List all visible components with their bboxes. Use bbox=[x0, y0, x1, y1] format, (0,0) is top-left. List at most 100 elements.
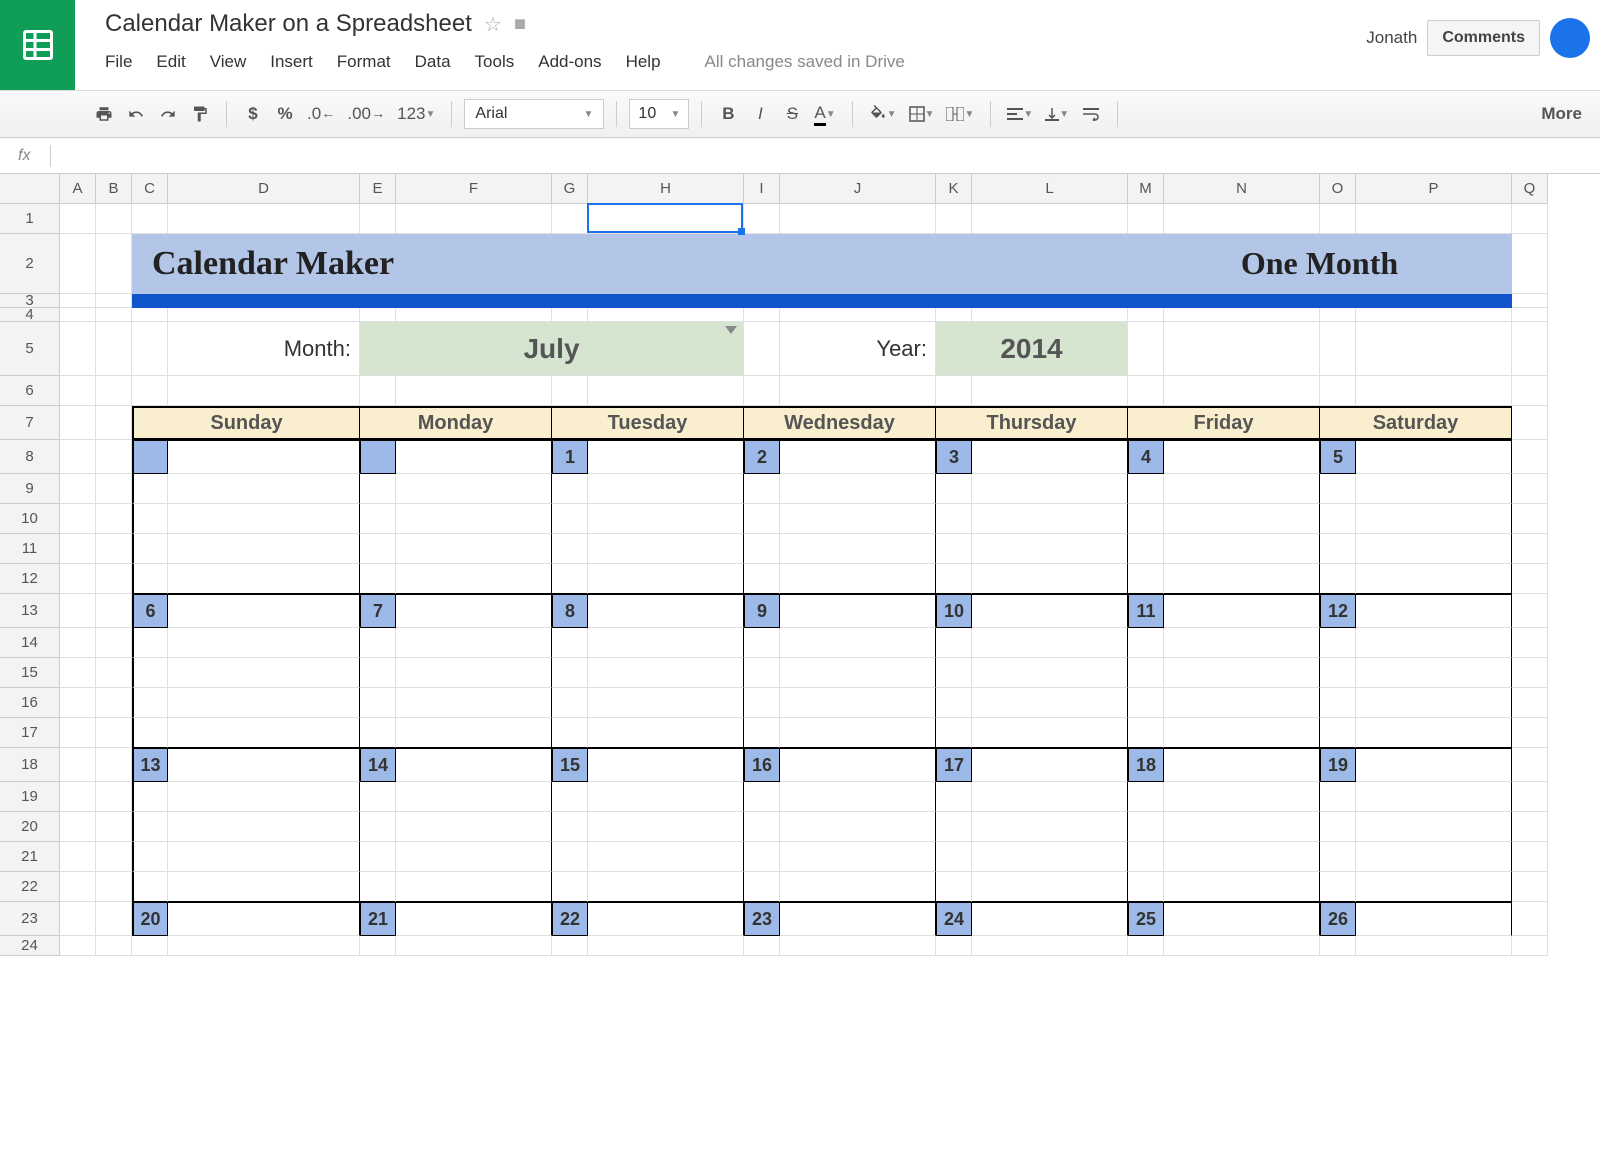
select-all-corner[interactable] bbox=[0, 174, 60, 204]
cell-F15[interactable] bbox=[396, 658, 552, 688]
cell-Q11[interactable] bbox=[1512, 534, 1548, 564]
cell-I10[interactable] bbox=[744, 504, 780, 534]
menu-addons[interactable]: Add-ons bbox=[538, 52, 601, 72]
cell-Q8[interactable] bbox=[1512, 440, 1548, 474]
cell-Q5[interactable] bbox=[1512, 322, 1548, 376]
cell-H3[interactable] bbox=[588, 294, 744, 308]
cell-F19[interactable] bbox=[396, 782, 552, 812]
date-26[interactable]: 26 bbox=[1320, 902, 1356, 936]
cell-B18[interactable] bbox=[96, 748, 132, 782]
print-icon[interactable] bbox=[90, 99, 118, 129]
date-19[interactable]: 19 bbox=[1320, 748, 1356, 782]
year-label[interactable]: Year: bbox=[780, 322, 936, 376]
col-header-O[interactable]: O bbox=[1320, 174, 1356, 204]
font-size-select[interactable]: 10▼ bbox=[629, 99, 689, 129]
cell-J23[interactable] bbox=[780, 902, 936, 936]
cell-I6[interactable] bbox=[744, 376, 780, 406]
cell-N22[interactable] bbox=[1164, 872, 1320, 902]
cell-J18[interactable] bbox=[780, 748, 936, 782]
cell-N20[interactable] bbox=[1164, 812, 1320, 842]
cell-N3[interactable] bbox=[1164, 294, 1320, 308]
date-16[interactable]: 16 bbox=[744, 748, 780, 782]
date-24[interactable]: 24 bbox=[936, 902, 972, 936]
cell-P15[interactable] bbox=[1356, 658, 1512, 688]
cell-F1[interactable] bbox=[396, 204, 552, 234]
cell-G4[interactable] bbox=[552, 308, 588, 322]
cell-L21[interactable] bbox=[972, 842, 1128, 872]
cell-P8[interactable] bbox=[1356, 440, 1512, 474]
cell-M16[interactable] bbox=[1128, 688, 1164, 718]
cell-J22[interactable] bbox=[780, 872, 936, 902]
col-header-M[interactable]: M bbox=[1128, 174, 1164, 204]
day-header-1[interactable]: Monday bbox=[360, 406, 552, 440]
cell-N18[interactable] bbox=[1164, 748, 1320, 782]
cell-K11[interactable] bbox=[936, 534, 972, 564]
cell-F18[interactable] bbox=[396, 748, 552, 782]
cell-H20[interactable] bbox=[588, 812, 744, 842]
cell-J12[interactable] bbox=[780, 564, 936, 594]
cell-Q19[interactable] bbox=[1512, 782, 1548, 812]
row-header-1[interactable]: 1 bbox=[0, 204, 60, 234]
cell-M24[interactable] bbox=[1128, 936, 1164, 956]
cell-K12[interactable] bbox=[936, 564, 972, 594]
cell-I17[interactable] bbox=[744, 718, 780, 748]
cell-P17[interactable] bbox=[1356, 718, 1512, 748]
cell-E11[interactable] bbox=[360, 534, 396, 564]
cell-Q1[interactable] bbox=[1512, 204, 1548, 234]
cell-J10[interactable] bbox=[780, 504, 936, 534]
cell-L13[interactable] bbox=[972, 594, 1128, 628]
cell-O6[interactable] bbox=[1320, 376, 1356, 406]
cell-F13[interactable] bbox=[396, 594, 552, 628]
col-header-D[interactable]: D bbox=[168, 174, 360, 204]
cell-K20[interactable] bbox=[936, 812, 972, 842]
cell-N8[interactable] bbox=[1164, 440, 1320, 474]
cell-G1[interactable] bbox=[552, 204, 588, 234]
cell-G16[interactable] bbox=[552, 688, 588, 718]
cell-B23[interactable] bbox=[96, 902, 132, 936]
cell-Q16[interactable] bbox=[1512, 688, 1548, 718]
col-header-L[interactable]: L bbox=[972, 174, 1128, 204]
font-select[interactable]: Arial▼ bbox=[464, 99, 604, 129]
formula-bar[interactable]: fx bbox=[0, 138, 1600, 174]
cell-E10[interactable] bbox=[360, 504, 396, 534]
cell-Q2[interactable] bbox=[1512, 234, 1548, 294]
cell-D4[interactable] bbox=[168, 308, 360, 322]
cell-C19[interactable] bbox=[132, 782, 168, 812]
cell-D10[interactable] bbox=[168, 504, 360, 534]
cell-G14[interactable] bbox=[552, 628, 588, 658]
day-header-2[interactable]: Tuesday bbox=[552, 406, 744, 440]
cell-K10[interactable] bbox=[936, 504, 972, 534]
row-header-10[interactable]: 10 bbox=[0, 504, 60, 534]
document-title[interactable]: Calendar Maker on a Spreadsheet bbox=[105, 10, 472, 38]
banner-right[interactable]: One Month bbox=[1128, 234, 1512, 294]
cell-B10[interactable] bbox=[96, 504, 132, 534]
cell-L4[interactable] bbox=[972, 308, 1128, 322]
cell-M12[interactable] bbox=[1128, 564, 1164, 594]
cell-B24[interactable] bbox=[96, 936, 132, 956]
cell-N16[interactable] bbox=[1164, 688, 1320, 718]
cell-E6[interactable] bbox=[360, 376, 396, 406]
cell-E4[interactable] bbox=[360, 308, 396, 322]
row-header-23[interactable]: 23 bbox=[0, 902, 60, 936]
cell-F23[interactable] bbox=[396, 902, 552, 936]
cell-L1[interactable] bbox=[972, 204, 1128, 234]
cell-Q15[interactable] bbox=[1512, 658, 1548, 688]
cell-Q22[interactable] bbox=[1512, 872, 1548, 902]
row-header-6[interactable]: 6 bbox=[0, 376, 60, 406]
row-header-4[interactable]: 4 bbox=[0, 308, 60, 322]
cell-Q18[interactable] bbox=[1512, 748, 1548, 782]
cell-F4[interactable] bbox=[396, 308, 552, 322]
cell-D22[interactable] bbox=[168, 872, 360, 902]
cell-I12[interactable] bbox=[744, 564, 780, 594]
day-header-4[interactable]: Thursday bbox=[936, 406, 1128, 440]
col-header-K[interactable]: K bbox=[936, 174, 972, 204]
cell-A13[interactable] bbox=[60, 594, 96, 628]
cell-A15[interactable] bbox=[60, 658, 96, 688]
cell-M15[interactable] bbox=[1128, 658, 1164, 688]
date-23[interactable]: 23 bbox=[744, 902, 780, 936]
date-12[interactable]: 12 bbox=[1320, 594, 1356, 628]
cell-D21[interactable] bbox=[168, 842, 360, 872]
cell-A4[interactable] bbox=[60, 308, 96, 322]
month-dropdown[interactable]: July bbox=[360, 322, 744, 376]
cell-A19[interactable] bbox=[60, 782, 96, 812]
